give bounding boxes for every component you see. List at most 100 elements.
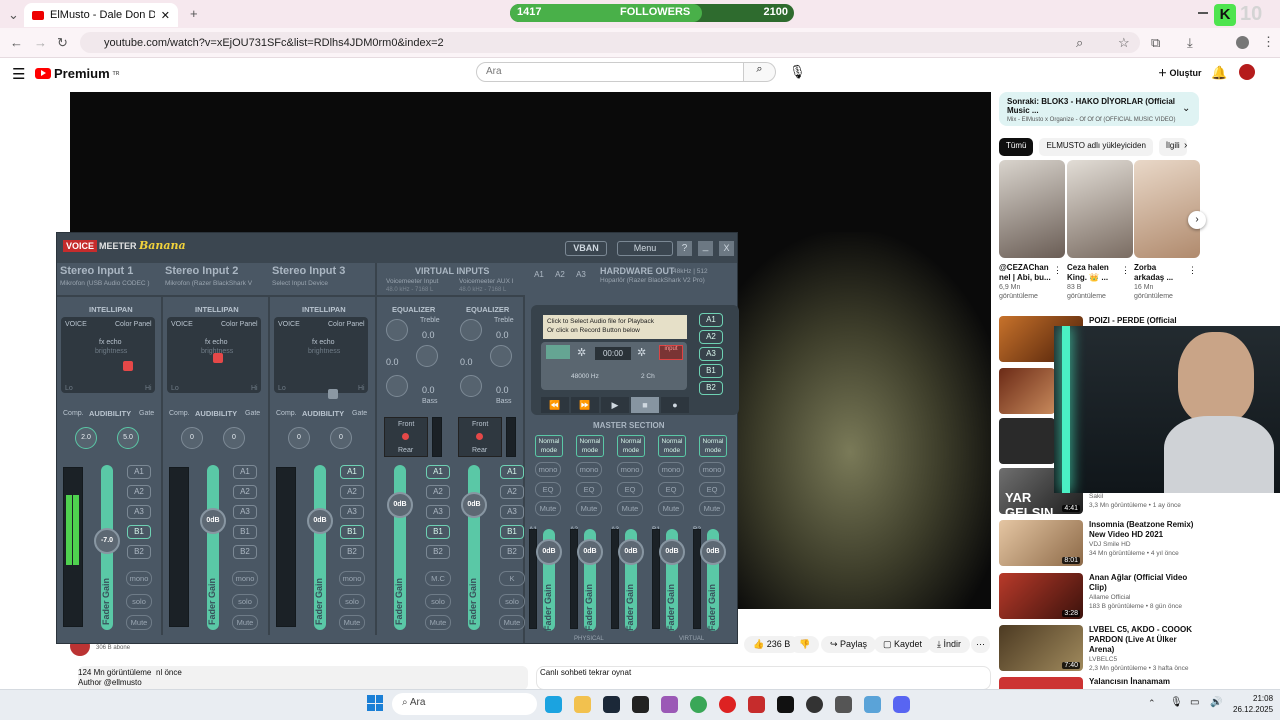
vm-close-button[interactable]: X xyxy=(719,241,734,256)
tape-player[interactable]: Click to Select Audio file for Playback … xyxy=(531,305,739,415)
tab-search-icon[interactable]: ⌄ xyxy=(8,7,19,23)
voicemeeter-window[interactable]: VOICE MEETER Banana VBAN Menu ? _ X Ster… xyxy=(56,232,739,644)
eq-button[interactable]: EQ xyxy=(617,482,643,497)
share-button[interactable]: ↪ Paylaş xyxy=(821,636,877,653)
bass-knob[interactable] xyxy=(386,375,408,397)
player-route-a2[interactable]: A2 xyxy=(699,330,723,344)
mute-button[interactable]: Mute xyxy=(499,615,525,630)
browser-menu-icon[interactable]: ⋮ xyxy=(1262,34,1275,50)
list-item[interactable]: 8:01 Insomnia (Beatzone Remix) New Video… xyxy=(999,520,1199,570)
hw-out-a2-select[interactable]: A2 xyxy=(552,269,568,283)
menu-button[interactable]: Menu xyxy=(617,241,673,256)
record-icon[interactable]: ● xyxy=(661,397,689,413)
mono-button[interactable]: mono xyxy=(699,462,725,477)
profile-avatar[interactable] xyxy=(1236,36,1249,49)
treble-knob[interactable] xyxy=(460,319,482,341)
normal-mode-button[interactable]: Normal mode xyxy=(576,435,604,457)
normal-mode-button[interactable]: Normal mode xyxy=(699,435,727,457)
mute-button[interactable]: Mute xyxy=(535,501,561,516)
mute-button[interactable]: Mute xyxy=(699,501,725,516)
close-tab-icon[interactable]: ✕ xyxy=(161,9,170,22)
eq-button[interactable]: EQ xyxy=(535,482,561,497)
intellipan-panel[interactable] xyxy=(274,317,368,393)
player-input-button[interactable]: input xyxy=(659,345,683,360)
settings-gear-icon[interactable] xyxy=(835,696,852,713)
help-button[interactable]: ? xyxy=(677,241,692,256)
input-3-device[interactable]: Select Input Device xyxy=(272,280,328,287)
short-thumb-2[interactable] xyxy=(1067,160,1133,258)
create-button[interactable]: ＋ Oluştur xyxy=(1158,66,1202,79)
bus-button[interactable]: A2 xyxy=(500,485,524,499)
player-route-a1[interactable]: A1 xyxy=(699,313,723,327)
player-route-a3[interactable]: A3 xyxy=(699,347,723,361)
bus-button[interactable]: B1 xyxy=(500,525,524,539)
normal-mode-button[interactable]: Normal mode xyxy=(617,435,645,457)
surround-position-marker[interactable] xyxy=(476,433,483,440)
master-fader-knob[interactable]: 0dB xyxy=(536,539,562,565)
mute-button[interactable]: Mute xyxy=(232,615,258,630)
bus-a2-button[interactable]: A2 xyxy=(127,485,151,499)
fader-gain-knob[interactable]: -7.0 xyxy=(94,527,120,554)
obs-icon[interactable] xyxy=(806,696,823,713)
bus-button[interactable]: A1 xyxy=(426,465,450,479)
rewind-icon[interactable]: ⏪ xyxy=(541,397,569,413)
master-fader-knob[interactable]: 0dB xyxy=(618,539,644,565)
pan-position-marker[interactable] xyxy=(328,389,338,399)
bookmark-star-icon[interactable]: ☆ xyxy=(1118,35,1130,51)
epic-games-icon[interactable] xyxy=(632,696,649,713)
short-thumb-1[interactable] xyxy=(999,160,1065,258)
eq-button[interactable]: EQ xyxy=(658,482,684,497)
bus-button[interactable]: A1 xyxy=(500,465,524,479)
download-button[interactable]: ⤓ İndir xyxy=(928,636,970,653)
forward-icon[interactable]: → xyxy=(34,35,47,50)
volume-icon[interactable]: 🔊 xyxy=(1210,697,1222,708)
bus-a3-button[interactable]: A3 xyxy=(127,505,151,519)
bus-b1-button[interactable]: B1 xyxy=(233,525,257,539)
more-actions-button[interactable]: ⋯ xyxy=(971,636,990,653)
stop-icon[interactable]: ■ xyxy=(631,397,659,413)
input-1-device[interactable]: Mikrofon (USB Audio CODEC ) xyxy=(60,280,150,287)
input-2-device[interactable]: Mikrofon (Razer BlackShark V xyxy=(165,280,252,287)
fader-gain-knob[interactable]: 0dB xyxy=(200,507,226,534)
new-tab-icon[interactable]: + xyxy=(190,6,198,21)
master-fader-knob[interactable]: 0dB xyxy=(659,539,685,565)
master-fader-knob[interactable]: 0dB xyxy=(700,539,726,565)
solo-button[interactable]: solo xyxy=(126,594,152,609)
bus-b2-button[interactable]: B2 xyxy=(233,545,257,559)
mono-button[interactable]: mono xyxy=(617,462,643,477)
mute-button[interactable]: Mute xyxy=(339,615,365,630)
bus-a2-button[interactable]: A2 xyxy=(340,485,364,499)
mid-knob[interactable] xyxy=(416,345,438,367)
list-item[interactable]: 3:28 Anan Ağlar (Official Video Clip) Al… xyxy=(999,573,1199,623)
master-fader-knob[interactable]: 0dB xyxy=(577,539,603,565)
zoom-icon[interactable]: ⌕ xyxy=(1076,35,1083,51)
chip-all[interactable]: Tümü xyxy=(999,138,1034,156)
gate-knob[interactable]: 5.0 xyxy=(117,427,139,449)
edge-icon[interactable] xyxy=(545,696,562,713)
search-button[interactable]: ⌕ xyxy=(744,62,776,82)
bus-b2-button[interactable]: B2 xyxy=(340,545,364,559)
voice-search-icon[interactable]: 🎙 xyxy=(789,64,806,80)
extensions-icon[interactable]: ⧉ xyxy=(1151,35,1160,51)
solo-button[interactable]: solo xyxy=(232,594,258,609)
vm-minimize-button[interactable]: _ xyxy=(698,241,713,256)
input-1-title[interactable]: Stereo Input 1 xyxy=(60,265,133,277)
fast-forward-icon[interactable]: ⏩ xyxy=(571,397,599,413)
treble-knob[interactable] xyxy=(386,319,408,341)
browser-tab[interactable]: ElMusto - Dale Don Dale (Offici… ✕ xyxy=(24,3,178,27)
bus-button[interactable]: B1 xyxy=(426,525,450,539)
bus-b1-button[interactable]: B1 xyxy=(340,525,364,539)
minimize-window-icon[interactable] xyxy=(1198,12,1208,14)
comp-knob[interactable]: 0 xyxy=(181,427,203,449)
notifications-bell-icon[interactable]: 🔔 xyxy=(1211,65,1227,81)
up-next-expand-icon[interactable]: ⌄ xyxy=(1182,103,1190,114)
list-item[interactable]: Yalancısın İnanamam xyxy=(999,677,1199,689)
mute-button[interactable]: Mute xyxy=(425,615,451,630)
normal-mode-button[interactable]: Normal mode xyxy=(535,435,563,457)
short-more-icon[interactable]: ⋮ xyxy=(1053,265,1062,276)
list-item[interactable]: 7:40 LVBEL C5, AKDO - COOOK PARDON (Live… xyxy=(999,625,1199,675)
short-title[interactable]: Ceza halen King. 👑 ... xyxy=(1067,263,1121,283)
bus-b1-button[interactable]: B1 xyxy=(127,525,151,539)
discord-icon[interactable] xyxy=(893,696,910,713)
short-more-icon[interactable]: ⋮ xyxy=(1188,265,1197,276)
